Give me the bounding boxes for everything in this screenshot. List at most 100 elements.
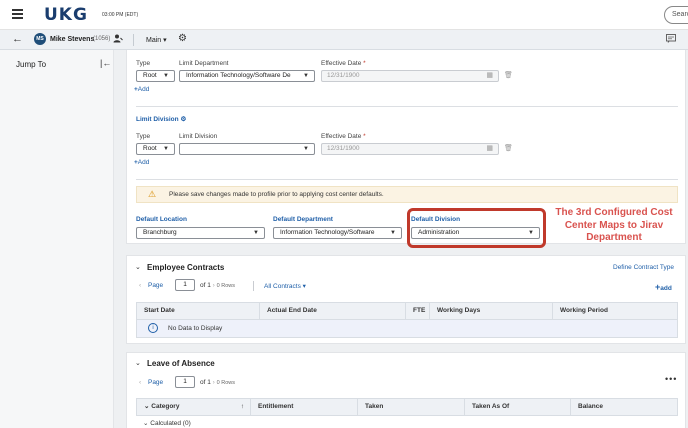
column-header[interactable]: Working Days [430,303,553,319]
default-department-select[interactable]: Information Technology/Software ▼ [273,227,402,239]
divider [136,179,678,180]
column-header[interactable]: Balance [571,399,678,415]
effective-date-field[interactable]: 12/31/1900 ▦ [321,143,499,155]
trash-icon[interactable]: 🗑 [504,144,513,152]
page-number-input[interactable]: 1 [175,376,195,388]
employee-contracts-title: Employee Contracts [147,263,225,272]
type-select[interactable]: Root ▼ [136,143,175,155]
leave-table-header: ⌄ Category ↑ Entitlement Taken Taken As … [136,398,678,416]
type-select[interactable]: Root ▼ [136,70,175,82]
chevron-left-icon[interactable]: ‹ [139,379,141,386]
column-header[interactable]: Actual End Date [260,303,406,319]
column-label: Category [151,403,180,410]
chevron-down-icon: ▼ [253,230,259,236]
row-count: 0 Rows [216,380,235,386]
column-header[interactable]: ⌄ Category ↑ [137,399,251,415]
search-input[interactable]: Search [664,6,688,24]
warning-banner: ⚠ Please save changes made to profile pr… [136,186,678,203]
limit-division-title: Limit Division ⚙ [136,116,187,123]
effective-date-label: Effective Date * [321,60,366,67]
column-header[interactable]: FTE [406,303,430,319]
add-limit-division-link[interactable]: +Add [134,159,149,166]
hamburger-icon[interactable] [12,9,23,19]
row-count: 0 Rows [216,283,235,289]
calendar-icon[interactable]: ▦ [486,144,493,154]
annotation-highlight-box [407,208,546,248]
no-data-text: No Data to Display [168,325,223,332]
cost-center-card: Type Limit Department Effective Date * R… [126,50,686,248]
chevron-down-icon[interactable]: ⌄ [135,263,141,271]
column-header[interactable]: Taken As Of [465,399,571,415]
current-time: 03:00 PM (EDT) [102,12,139,18]
page-of-label: of 1 › 0 Rows [200,379,235,386]
chevron-down-icon: ▼ [390,230,396,236]
default-location-label: Default Location [136,216,187,223]
divider [136,106,678,107]
warning-icon: ⚠ [148,189,157,199]
default-department-label: Default Department [273,216,333,223]
column-header[interactable]: Working Period [553,303,678,319]
annotation-callout: The 3rd Configured Cost Center Maps to J… [555,207,673,243]
person-edit-icon[interactable] [113,34,123,45]
page-of-text: of 1 [200,282,211,289]
info-icon: i [148,323,158,333]
page-number-input[interactable]: 1 [175,279,195,291]
chevron-down-icon: ▾ [163,37,167,44]
all-contracts-filter[interactable]: All Contracts ▾ [264,282,306,290]
define-contract-type-link[interactable]: Define Contract Type [613,264,674,271]
limit-department-value: Information Technology/Software De [186,72,291,79]
chevron-down-icon: ▼ [163,73,169,79]
gear-icon[interactable]: ⚙ [178,33,187,44]
limit-division-label: Limit Division [179,133,218,140]
group-row-label: Calculated (0) [150,420,191,427]
chevron-down-icon: ▼ [303,146,309,152]
default-department-value: Information Technology/Software [280,229,375,236]
main-content: Type Limit Department Effective Date * R… [126,50,688,428]
message-icon[interactable] [666,34,676,45]
main-menu-dropdown[interactable]: Main ▾ [146,36,167,44]
gear-icon[interactable]: ⚙ [180,116,186,123]
calculated-group-row[interactable]: ⌄ Calculated (0) [143,419,191,427]
chevron-down-icon: ▼ [303,73,309,79]
employee-contracts-card: ⌄ Employee Contracts Define Contract Typ… [126,255,686,344]
avatar[interactable]: MS [34,33,46,45]
chevron-down-icon: ▼ [163,146,169,152]
default-location-select[interactable]: Branchburg ▼ [136,227,265,239]
limit-division-select[interactable]: ▼ [179,143,315,155]
gutter [114,50,126,428]
chevron-down-icon[interactable]: ⌄ [135,359,141,367]
calendar-icon[interactable]: ▦ [486,71,493,81]
add-contract-button[interactable]: +add [655,282,672,292]
collapse-panel-icon[interactable]: |← [100,58,111,68]
limit-department-select[interactable]: Information Technology/Software De ▼ [179,70,315,82]
column-header[interactable]: Start Date [137,303,260,319]
employee-nav-bar: ← MS Mike Stevens (1056) Main ▾ ⚙ [0,30,688,50]
pager: ‹ Page [139,379,163,386]
page-of-text: of 1 [200,379,211,386]
ukg-logo[interactable]: UKG [44,5,88,25]
effective-date-value: 12/31/1900 [327,72,360,79]
employee-name: Mike Stevens [50,36,95,43]
column-header[interactable]: Entitlement [251,399,358,415]
chevron-left-icon[interactable]: ‹ [139,282,141,289]
back-arrow-icon[interactable]: ← [12,34,23,45]
effective-date-field[interactable]: 12/31/1900 ▦ [321,70,499,82]
type-value: Root [143,72,157,79]
filter-value: All Contracts [264,283,301,290]
sort-arrow-icon[interactable]: ↑ [241,399,244,415]
trash-icon[interactable]: 🗑 [504,71,513,79]
page-label: Page [147,379,164,386]
pager: ‹ Page [139,282,163,289]
add-limit-department-link[interactable]: +Add [134,86,149,93]
add-label: add [660,285,672,292]
column-header[interactable]: Taken [358,399,465,415]
jump-to-label: Jump To [16,60,47,69]
type-label: Type [136,133,151,140]
effective-date-label: Effective Date * [321,133,366,140]
no-data-row: i No Data to Display [136,320,678,338]
contracts-table-header: Start Date Actual End Date FTE Working D… [136,302,678,320]
page-of-label: of 1 › 0 Rows [200,282,235,289]
employee-id: (1056) [93,36,111,42]
warning-text: Please save changes made to profile prio… [169,191,384,198]
more-options-icon[interactable]: ••• [665,374,677,384]
